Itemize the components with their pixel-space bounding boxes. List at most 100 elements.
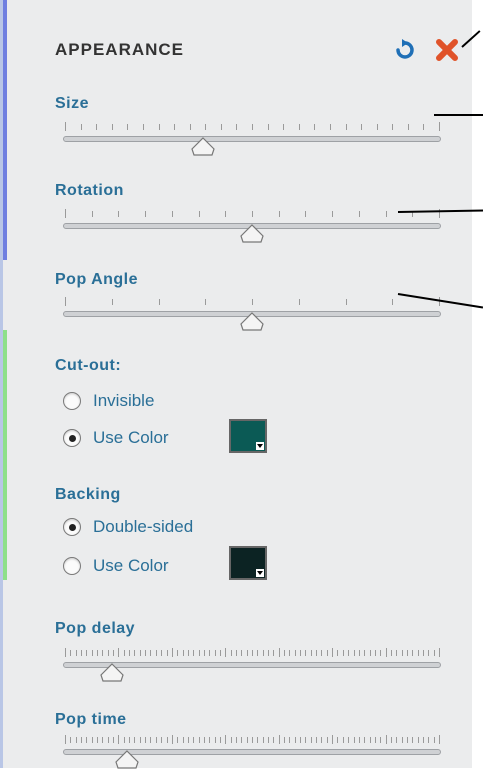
- slider-tick: [284, 737, 286, 743]
- pop-delay-slider[interactable]: [63, 648, 441, 690]
- slider-tick: [439, 122, 440, 131]
- cutout-color-swatch[interactable]: [229, 419, 267, 453]
- slider-tick: [246, 737, 248, 743]
- slider-tick: [273, 650, 275, 656]
- slider-tick: [102, 737, 104, 743]
- slider-tick: [321, 650, 323, 656]
- slider-tick: [187, 737, 189, 743]
- slider-tick: [134, 650, 136, 656]
- pop-time-slider[interactable]: [63, 735, 441, 777]
- slider-tick: [390, 737, 392, 743]
- slider-tick: [86, 737, 88, 743]
- slider-tick: [145, 211, 147, 217]
- slider-tick: [219, 737, 221, 743]
- slider-tick: [417, 650, 419, 656]
- slider-tick: [203, 737, 205, 743]
- slider-tick: [358, 211, 360, 217]
- slider-tick: [364, 650, 366, 656]
- slider-tick: [337, 650, 339, 656]
- slider-tick: [358, 650, 360, 656]
- pop-angle-slider[interactable]: [63, 297, 441, 339]
- slider-tick: [332, 735, 334, 744]
- slider-tick: [174, 124, 176, 130]
- slider-tick: [241, 737, 243, 743]
- slider-tick: [187, 650, 189, 656]
- size-slider[interactable]: [63, 122, 441, 164]
- slider-tick: [113, 650, 115, 656]
- slider-tick: [300, 650, 302, 656]
- slider-thumb[interactable]: [239, 224, 265, 244]
- slider-tick: [171, 648, 173, 657]
- slider-tick: [198, 737, 200, 743]
- slider-tick: [412, 650, 414, 656]
- slider-tick: [158, 124, 160, 130]
- slider-tick: [401, 650, 403, 656]
- slider-tick: [91, 650, 93, 656]
- radio-selected-dot: [68, 523, 76, 531]
- slider-tick: [278, 735, 280, 744]
- slider-tick: [268, 650, 270, 656]
- slider-tick: [142, 124, 144, 130]
- close-button[interactable]: [433, 36, 461, 64]
- slider-tick: [203, 650, 205, 656]
- cutout-invisible-option[interactable]: Invisible: [63, 388, 154, 414]
- slider-track[interactable]: [63, 136, 441, 142]
- slider-tick: [198, 211, 200, 217]
- slider-tick: [348, 650, 350, 656]
- slider-tick: [390, 650, 392, 656]
- slider-tick: [385, 211, 387, 217]
- cutout-use-color-option[interactable]: Use Color: [63, 425, 169, 451]
- slider-tick: [305, 650, 307, 656]
- rotation-label: Rotation: [55, 182, 124, 199]
- slider-tick: [329, 124, 331, 130]
- slider-tick: [65, 648, 66, 657]
- rotation-slider[interactable]: [63, 209, 441, 251]
- backing-use-color-radio[interactable]: [63, 557, 81, 575]
- cutout-use-color-radio[interactable]: [63, 429, 81, 447]
- slider-tick: [80, 124, 82, 130]
- backing-double-sided-radio[interactable]: [63, 518, 81, 536]
- slider-tick: [209, 737, 211, 743]
- slider-thumb[interactable]: [99, 663, 125, 683]
- slider-tick: [406, 650, 408, 656]
- slider-tick: [305, 211, 307, 217]
- slider-tick: [314, 124, 316, 130]
- pop-delay-label: Pop delay: [55, 620, 136, 637]
- slider-thumb[interactable]: [114, 750, 140, 770]
- slider-tick: [361, 124, 363, 130]
- slider-tick: [358, 737, 360, 743]
- slider-tick: [298, 124, 300, 130]
- slider-tick: [278, 648, 280, 657]
- slider-tick: [353, 650, 355, 656]
- backing-color-swatch[interactable]: [229, 546, 267, 580]
- slider-tick: [75, 650, 77, 656]
- slider-tick: [345, 124, 347, 130]
- slider-tick: [298, 299, 300, 305]
- annotation-line: [434, 114, 483, 116]
- slider-thumb[interactable]: [190, 137, 216, 157]
- slider-tick: [177, 650, 179, 656]
- slider-tick: [91, 737, 93, 743]
- reset-button[interactable]: [391, 36, 419, 64]
- cutout-invisible-radio[interactable]: [63, 392, 81, 410]
- slider-tick: [123, 650, 125, 656]
- slider-tick: [284, 650, 286, 656]
- slider-tick: [198, 650, 200, 656]
- slider-tick: [161, 737, 163, 743]
- slider-thumb[interactable]: [239, 312, 265, 332]
- slider-tick: [310, 737, 312, 743]
- slider-tick: [219, 650, 221, 656]
- slider-tick: [65, 122, 66, 131]
- slider-tick: [392, 124, 394, 130]
- slider-tick: [220, 124, 222, 130]
- slider-tick: [65, 297, 66, 306]
- backing-double-sided-option[interactable]: Double-sided: [63, 514, 193, 540]
- slider-tick: [235, 737, 237, 743]
- slider-tick: [111, 124, 113, 130]
- backing-use-color-option[interactable]: Use Color: [63, 553, 169, 579]
- slider-tick: [332, 211, 334, 217]
- slider-tick: [225, 735, 227, 744]
- slider-tick: [412, 737, 414, 743]
- slider-tick: [257, 650, 259, 656]
- cutout-invisible-label: Invisible: [93, 391, 155, 410]
